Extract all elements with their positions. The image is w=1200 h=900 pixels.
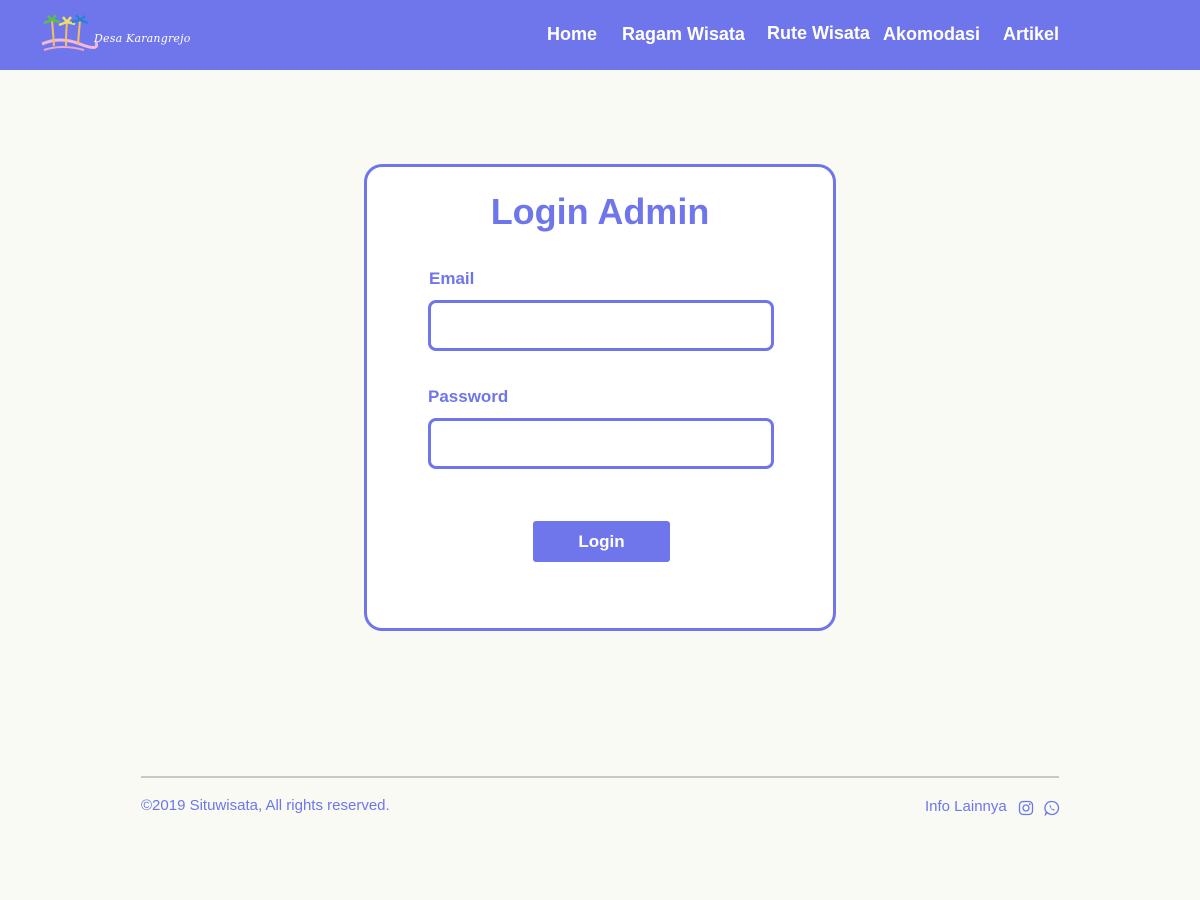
password-field[interactable] [428,418,774,469]
info-lainnya-link[interactable]: Info Lainnya [925,798,1007,815]
login-button[interactable]: Login [533,521,670,562]
nav-akomodasi[interactable]: Akomodasi [883,24,980,45]
footer-divider [141,776,1059,778]
site-logo[interactable]: Desa Karangrejo [40,14,190,56]
nav-ragam-wisata[interactable]: Ragam Wisata [622,24,745,45]
email-label: Email [429,269,475,288]
navbar: Desa Karangrejo Home Ragam Wisata Rute W… [0,0,1200,70]
login-title: Login Admin [490,191,710,232]
nav-home[interactable]: Home [547,24,597,45]
email-field[interactable] [428,300,774,351]
instagram-icon[interactable] [1018,800,1034,816]
nav-artikel[interactable]: Artikel [1003,24,1059,45]
copyright-text: ©2019 Situwisata, All rights reserved. [141,797,390,814]
nav-rute-wisata[interactable]: Rute Wisata [767,23,870,44]
login-card: Login Admin Email Password Login [364,164,836,631]
password-label: Password [428,387,509,406]
logo-text: Desa Karangrejo [94,32,191,45]
palm-tree-logo-icon [41,14,99,51]
whatsapp-icon[interactable] [1044,800,1060,816]
